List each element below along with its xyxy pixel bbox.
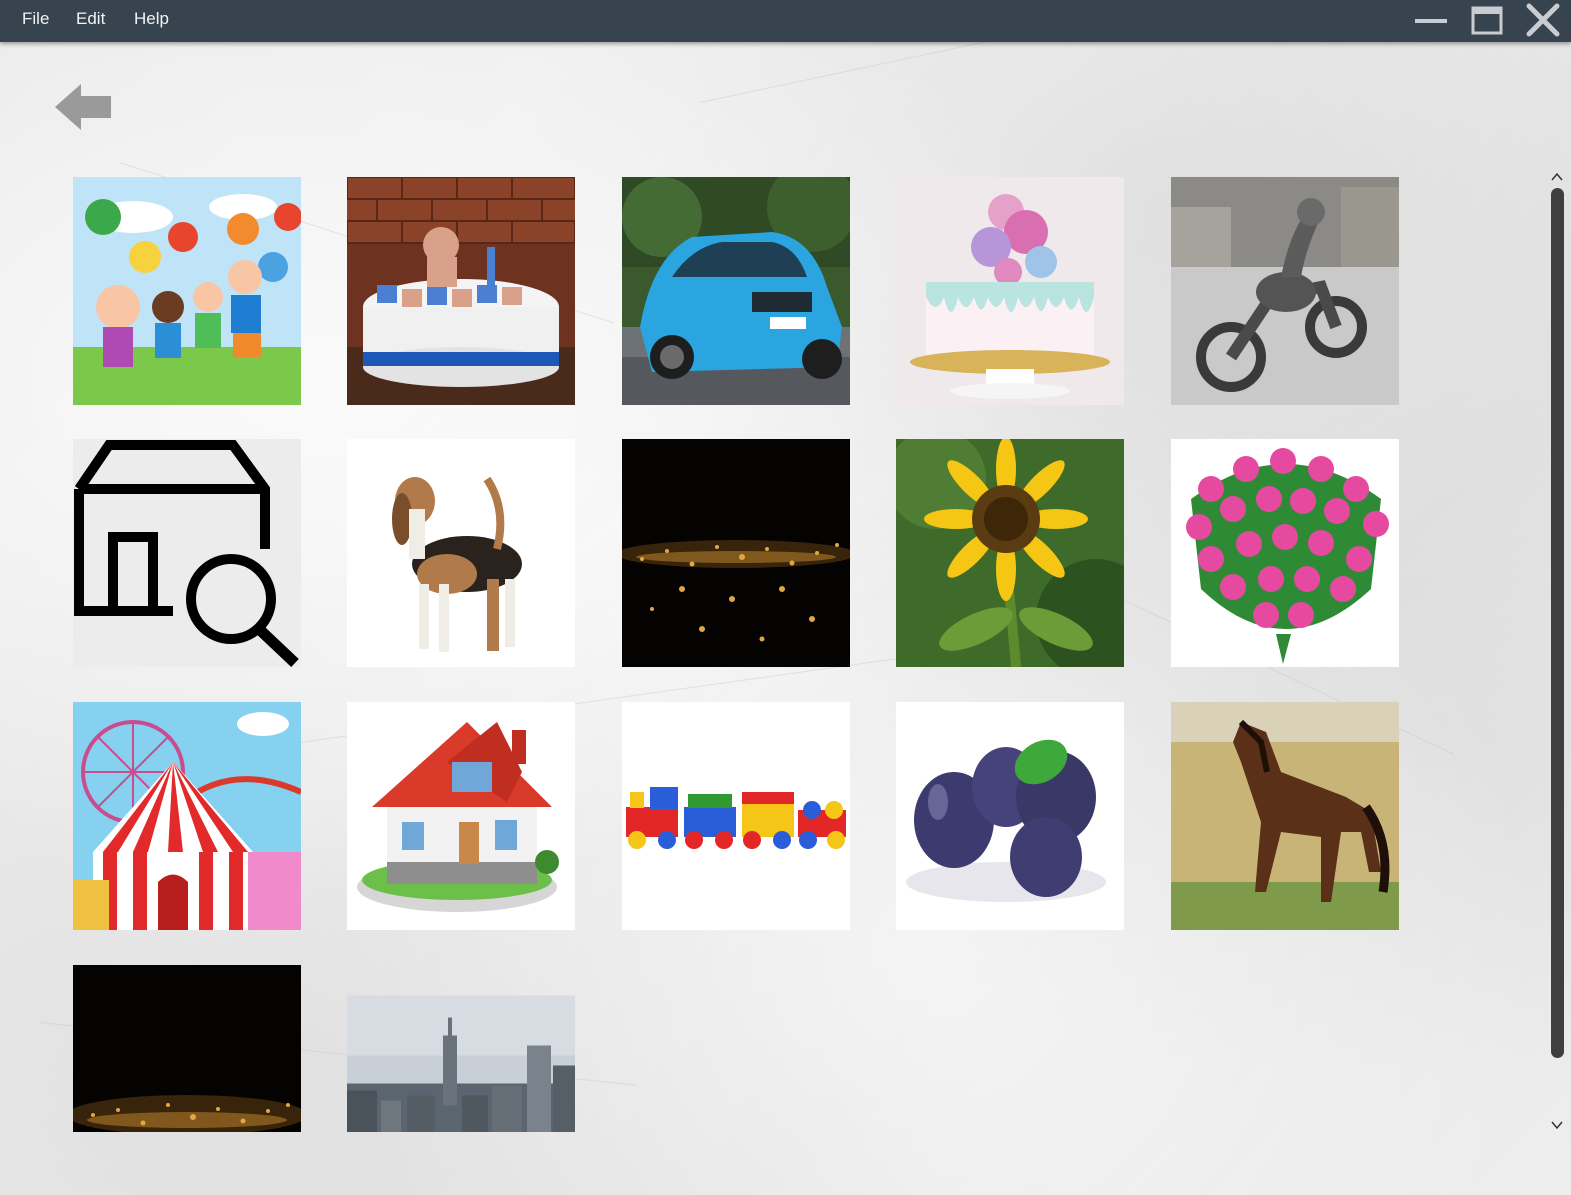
house-image bbox=[347, 702, 575, 930]
golden-lights-image bbox=[622, 439, 850, 667]
back-arrow-icon bbox=[55, 84, 111, 130]
gallery-item-birthday-cake[interactable] bbox=[347, 177, 575, 405]
gallery-item-store-search[interactable] bbox=[73, 439, 301, 667]
gallery-item-drip-cake[interactable] bbox=[896, 177, 1124, 405]
store-search-icon bbox=[73, 439, 301, 667]
gallery-item-motorcycle-statue[interactable] bbox=[1171, 177, 1399, 405]
menu-edit[interactable]: Edit bbox=[76, 8, 105, 30]
city-skyline-image bbox=[347, 995, 575, 1132]
menu-help[interactable]: Help bbox=[134, 8, 169, 30]
gallery-item-beagle-dog[interactable] bbox=[347, 439, 575, 667]
vertical-scrollbar[interactable] bbox=[1547, 170, 1567, 1135]
back-button[interactable] bbox=[55, 82, 113, 132]
gallery-item-house[interactable] bbox=[347, 702, 575, 930]
drip-cake-image bbox=[896, 177, 1124, 405]
gallery-item-toy-train[interactable] bbox=[622, 702, 850, 930]
gallery-item-plums[interactable] bbox=[896, 702, 1124, 930]
pink-roses-image bbox=[1171, 439, 1399, 667]
gallery-item-sunflower[interactable] bbox=[896, 439, 1124, 667]
minimize-button[interactable] bbox=[1413, 3, 1449, 37]
horse-image bbox=[1171, 702, 1399, 930]
menu-file[interactable]: File bbox=[22, 8, 49, 30]
gallery-item-children-balloons[interactable] bbox=[73, 177, 301, 405]
gallery-item-city-skyline[interactable] bbox=[347, 965, 575, 1132]
motorcycle-statue-image bbox=[1171, 177, 1399, 405]
close-icon bbox=[1526, 3, 1560, 37]
title-bar: File Edit Help bbox=[0, 0, 1571, 42]
gallery-item-golden-lights-2[interactable] bbox=[73, 965, 301, 1132]
scrollbar-thumb[interactable] bbox=[1551, 188, 1564, 1058]
children-balloons-image bbox=[73, 177, 301, 405]
scroll-down-icon[interactable] bbox=[1549, 1118, 1565, 1132]
toy-train-image bbox=[622, 702, 850, 930]
close-button[interactable] bbox=[1525, 3, 1561, 37]
maximize-button[interactable] bbox=[1469, 3, 1505, 37]
plums-image bbox=[896, 702, 1124, 930]
maximize-icon bbox=[1471, 6, 1503, 35]
beagle-dog-image bbox=[347, 439, 575, 667]
gallery-item-pink-roses[interactable] bbox=[1171, 439, 1399, 667]
minimize-icon bbox=[1415, 19, 1447, 23]
carnival-circus-image bbox=[73, 702, 301, 930]
gallery-item-blue-car[interactable] bbox=[622, 177, 850, 405]
sunflower-image bbox=[896, 439, 1124, 667]
golden-lights-image bbox=[73, 965, 301, 1132]
blue-car-image bbox=[622, 177, 850, 405]
gallery-item-horse[interactable] bbox=[1171, 702, 1399, 930]
scroll-up-icon[interactable] bbox=[1549, 170, 1565, 184]
gallery-item-carnival-circus[interactable] bbox=[73, 702, 301, 930]
gallery-item-golden-lights[interactable] bbox=[622, 439, 850, 667]
birthday-cake-image bbox=[347, 177, 575, 405]
